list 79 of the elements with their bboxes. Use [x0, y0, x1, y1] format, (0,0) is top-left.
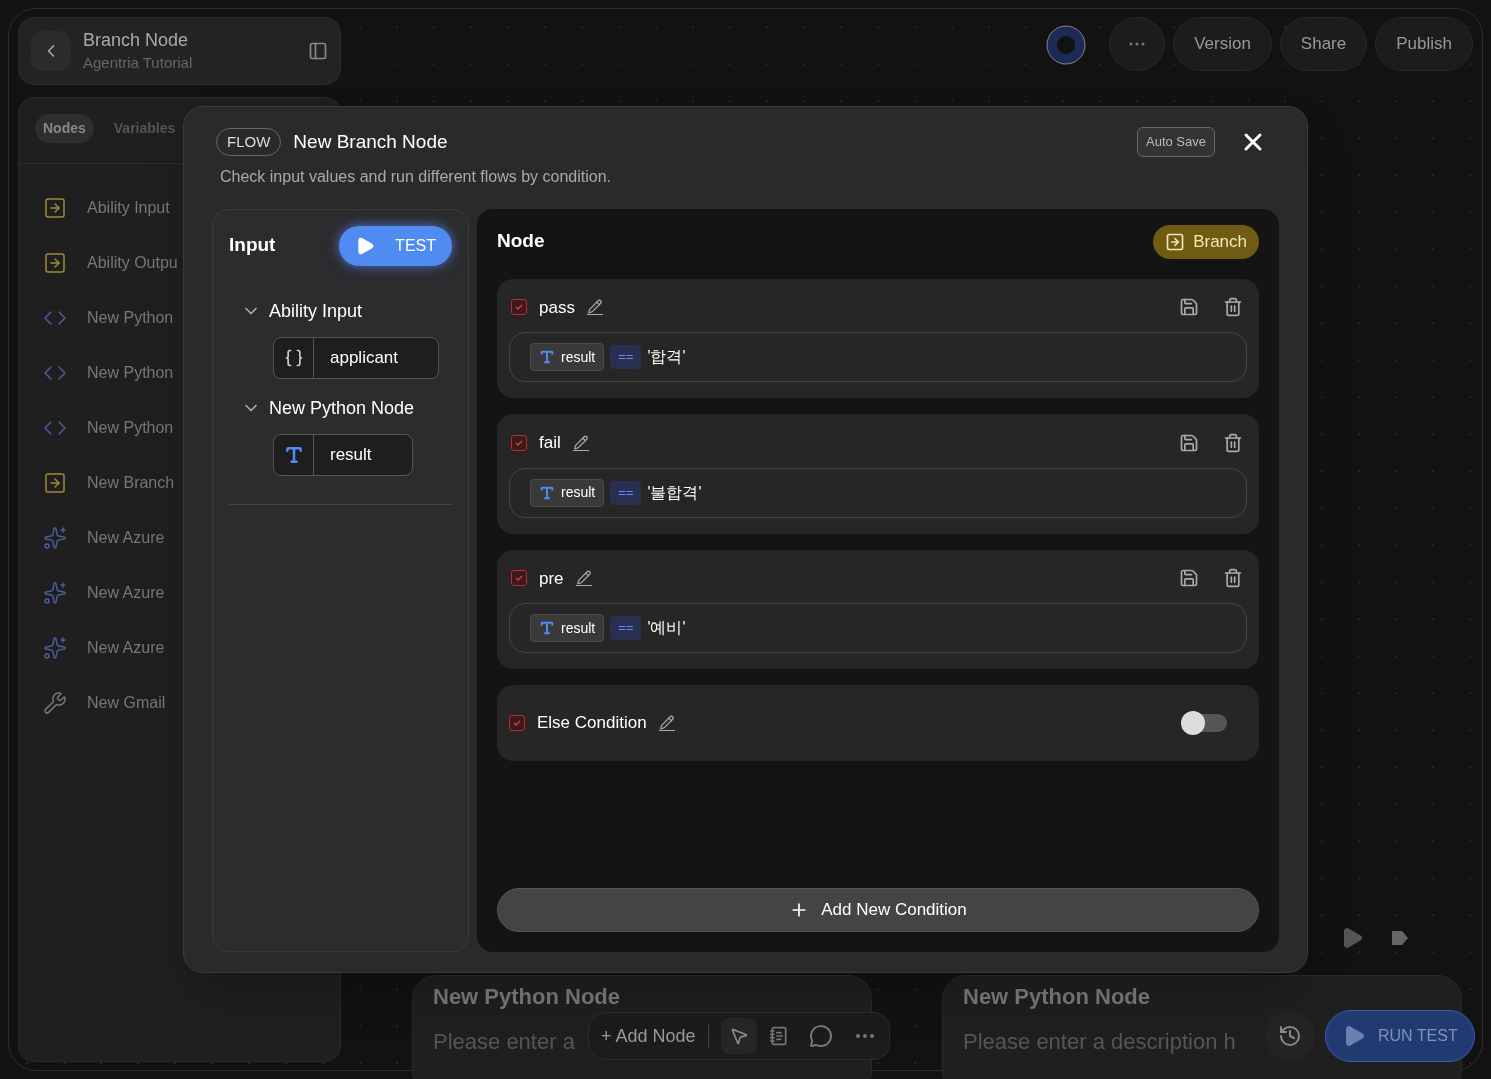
- text-type-icon: [539, 620, 555, 636]
- input-variable[interactable]: result: [273, 433, 413, 476]
- sidebar-tab[interactable]: Nodes: [35, 114, 94, 143]
- play-icon: [355, 235, 376, 256]
- text-type-icon: [539, 484, 555, 501]
- checkbox[interactable]: [511, 299, 527, 316]
- condition-expression[interactable]: result == '합격': [509, 332, 1247, 382]
- panel-toggle-icon[interactable]: [308, 41, 328, 61]
- edit-icon[interactable]: [658, 715, 675, 731]
- top-action-button[interactable]: Version: [1173, 17, 1272, 71]
- delete-icon[interactable]: [1223, 297, 1243, 318]
- node-panel-title: Node: [497, 229, 545, 254]
- edit-icon[interactable]: [586, 299, 603, 316]
- sparkle-icon: [43, 525, 67, 550]
- run-test-button[interactable]: RUN TEST: [1325, 1010, 1475, 1062]
- save-icon[interactable]: [1179, 432, 1199, 453]
- input-title: Input: [229, 233, 276, 258]
- braces-icon: [283, 347, 304, 368]
- avatar-icon[interactable]: [1046, 25, 1086, 65]
- operator-chip: ==: [610, 480, 642, 505]
- condition-value: '예비': [647, 618, 686, 638]
- add-node-button[interactable]: + Add Node: [601, 1022, 696, 1050]
- pointer-button[interactable]: [720, 1018, 757, 1054]
- arrow-box-icon: [1165, 231, 1186, 252]
- branch-badge: Branch: [1153, 224, 1259, 259]
- sparkle-icon: [43, 580, 67, 605]
- else-toggle[interactable]: [1181, 714, 1227, 732]
- condition-name: Else Condition: [537, 712, 647, 735]
- tag-icon[interactable]: [1390, 928, 1410, 948]
- delete-icon[interactable]: [1223, 432, 1243, 453]
- variable-name: applicant: [329, 346, 400, 369]
- input-variable[interactable]: applicant: [273, 336, 440, 379]
- test-button[interactable]: TEST: [339, 225, 452, 266]
- edit-icon[interactable]: [575, 570, 592, 587]
- variable-name: result: [329, 443, 373, 466]
- edit-icon[interactable]: [572, 434, 589, 451]
- arrow-box-icon: [43, 250, 67, 275]
- arrow-box-icon: [43, 195, 67, 220]
- variable-chip: result: [530, 343, 605, 371]
- modal-title: New Branch Node: [293, 129, 449, 154]
- save-icon[interactable]: [1179, 297, 1199, 318]
- variable-chip: result: [530, 478, 605, 507]
- check-icon: [512, 718, 522, 728]
- condition-value: '불합격': [647, 482, 702, 503]
- condition-expression[interactable]: result == '불합격': [509, 467, 1247, 518]
- text-type-icon: [283, 444, 304, 465]
- modal-description: Check input values and run different flows by condition.: [220, 166, 613, 187]
- operator-chip: ==: [610, 345, 642, 369]
- ellipsis-icon: [1129, 42, 1146, 46]
- top-action-button[interactable]: Share: [1279, 17, 1368, 71]
- condition-name: pre: [539, 567, 564, 590]
- auto-save-badge: Auto Save: [1137, 127, 1215, 157]
- delete-icon[interactable]: [1223, 568, 1243, 589]
- pointer-icon: [728, 1026, 749, 1046]
- condition-value: '합격': [647, 347, 686, 367]
- checkbox[interactable]: [511, 570, 527, 587]
- page-title: Branch Node: [83, 28, 190, 52]
- operator-chip: ==: [610, 616, 642, 640]
- comment-icon[interactable]: [808, 1024, 833, 1048]
- node-title: New Python Node: [963, 983, 1150, 1011]
- text-type-icon: [539, 349, 555, 365]
- top-action-button[interactable]: Publish: [1375, 17, 1473, 71]
- add-condition-button[interactable]: Add New Condition: [497, 888, 1259, 932]
- page-subtitle: Agentria Tutorial: [83, 52, 194, 73]
- variable-chip: result: [530, 614, 605, 642]
- history-icon: [1278, 1024, 1302, 1048]
- wrench-icon: [43, 690, 67, 715]
- condition-name: fail: [539, 432, 561, 454]
- condition-expression[interactable]: result == '예비': [509, 603, 1247, 653]
- arrow-box-icon: [43, 470, 67, 495]
- input-group[interactable]: New Python Node: [241, 394, 452, 422]
- checkbox[interactable]: [509, 715, 525, 731]
- node-title: New Python Node: [433, 983, 620, 1011]
- save-icon[interactable]: [1179, 568, 1199, 589]
- sparkle-icon: [43, 635, 67, 660]
- note-icon[interactable]: [768, 1026, 789, 1046]
- input-group[interactable]: Ability Input: [241, 297, 452, 325]
- checkbox[interactable]: [511, 434, 527, 451]
- condition-name: pass: [539, 296, 575, 319]
